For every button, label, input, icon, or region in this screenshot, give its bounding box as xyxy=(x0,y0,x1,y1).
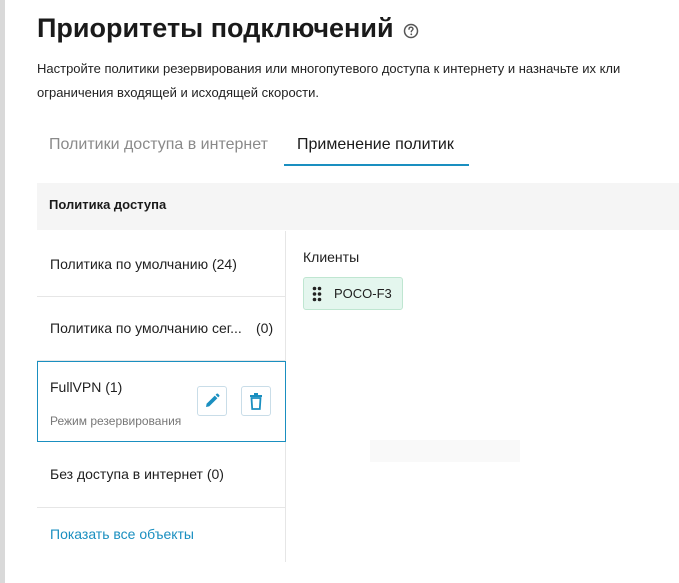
policy-item-label: Политика по умолчанию (24) xyxy=(50,256,237,272)
policy-item-count: (0) xyxy=(256,320,274,336)
pencil-icon xyxy=(206,393,220,407)
trash-icon xyxy=(250,393,262,410)
client-chip[interactable]: POCO-F3 xyxy=(303,277,403,310)
page-title: Приоритеты подключений xyxy=(37,13,394,43)
policy-item-label: Без доступа в интернет (0) xyxy=(50,466,224,482)
tab-bar: Политики доступа в интернет Применение п… xyxy=(37,128,679,167)
policy-item-label: FullVPN (1) xyxy=(50,379,123,395)
title-row: Приоритеты подключений xyxy=(37,13,419,44)
tab-internet-policies[interactable]: Политики доступа в интернет xyxy=(49,128,268,164)
policy-list: Политика по умолчанию (24) Политика по у… xyxy=(37,231,286,562)
policy-item-default[interactable]: Политика по умолчанию (24) xyxy=(37,231,285,297)
drag-handle-icon[interactable] xyxy=(312,286,322,302)
policy-item-mode: Режим резервирования xyxy=(50,414,182,428)
question-circle-icon[interactable] xyxy=(403,23,419,39)
tab-apply-policies[interactable]: Применение политик xyxy=(297,128,454,164)
policy-item-label: Политика по умолчанию сег... xyxy=(50,320,242,336)
table-header-label: Политика доступа xyxy=(49,197,167,212)
active-tab-indicator xyxy=(284,164,469,166)
policy-item-no-internet[interactable]: Без доступа в интернет (0) xyxy=(37,442,285,508)
policy-item-default-segment[interactable]: Политика по умолчанию сег... (0) xyxy=(37,297,285,361)
client-chip-label: POCO-F3 xyxy=(334,286,392,301)
clients-title: Клиенты xyxy=(303,249,360,265)
page-description: Настройте политики резервирования или мн… xyxy=(37,57,679,105)
left-edge-divider xyxy=(0,0,5,583)
show-all-link[interactable]: Показать все объекты xyxy=(50,526,194,542)
policy-item-fullvpn[interactable]: FullVPN (1) Режим резервирования xyxy=(37,361,286,442)
description-line-2: ограничения входящей и исходящей скорост… xyxy=(37,85,320,100)
delete-policy-button[interactable] xyxy=(241,386,271,416)
description-line-1: Настройте политики резервирования или мн… xyxy=(37,61,621,76)
edit-policy-button[interactable] xyxy=(197,386,227,416)
table-header: Политика доступа xyxy=(37,183,679,230)
empty-drop-area xyxy=(370,440,520,462)
